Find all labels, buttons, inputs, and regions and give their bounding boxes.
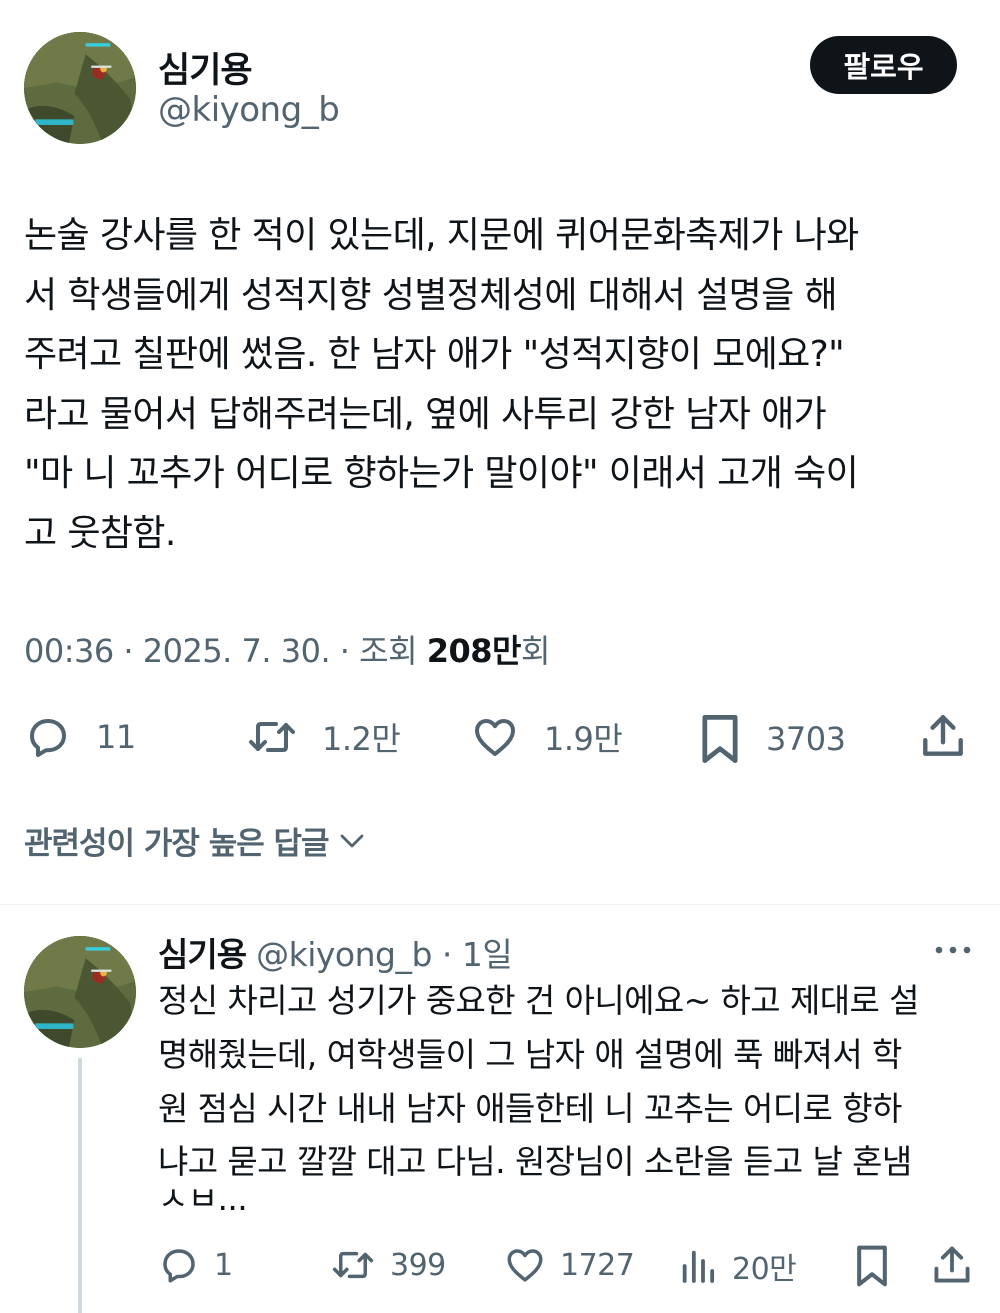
like-count: 1.9만 xyxy=(544,720,623,758)
post-timestamp[interactable]: 00:36 · 2025. 7. 30. · 조회 xyxy=(24,632,427,670)
bookmark-icon xyxy=(702,714,738,764)
share-icon[interactable] xyxy=(930,1243,974,1287)
reply-action[interactable]: 11 xyxy=(24,713,136,761)
author-handle[interactable]: @kiyong_b xyxy=(158,90,340,130)
reply-separator: · xyxy=(431,935,462,974)
thread-line xyxy=(78,1058,82,1313)
replies-sort-dropdown[interactable]: 관련성이 가장 높은 답글 xyxy=(24,818,367,863)
reply-like-count: 1727 xyxy=(560,1247,635,1283)
reply-reply-count: 1 xyxy=(214,1247,233,1283)
retweet-icon xyxy=(249,722,295,752)
avatar-image xyxy=(24,32,136,144)
reply-retweet-action[interactable]: 399 xyxy=(330,1244,446,1286)
reply-timestamp[interactable]: 1일 xyxy=(462,935,513,974)
reply-author-avatar[interactable] xyxy=(24,936,136,1048)
reply-author-name[interactable]: 심기용 xyxy=(158,935,247,974)
share-icon xyxy=(923,715,963,756)
divider xyxy=(0,904,1000,905)
retweet-icon xyxy=(332,1251,374,1279)
view-count-suffix: 회 xyxy=(520,632,550,670)
reply-text-truncated: ㅅㅂ... xyxy=(158,1177,978,1213)
replies-sort-label: 관련성이 가장 높은 답글 xyxy=(24,826,330,862)
bookmark-icon[interactable] xyxy=(852,1244,892,1288)
reply-truncated-line: ㅅㅂ... xyxy=(158,1179,248,1213)
reply-author-handle[interactable]: @kiyong_b xyxy=(256,935,432,974)
reply-header: 심기용 @kiyong_b · 1일 xyxy=(158,928,513,976)
bookmark-count: 3703 xyxy=(766,720,846,758)
reply-like-action[interactable]: 1727 xyxy=(504,1244,635,1286)
post-meta: 00:36 · 2025. 7. 30. · 조회 208만회 xyxy=(24,626,550,672)
reply-view-count: 20만 xyxy=(732,1252,797,1287)
heart-icon xyxy=(475,719,515,756)
reply-views-action[interactable]: 20만 xyxy=(678,1244,797,1288)
post-text: 논술 강사를 한 적이 있는데, 지문에 퀴어문화축제가 나와 서 학생들에게 … xyxy=(24,215,859,554)
bookmark-action[interactable]: 3703 xyxy=(698,713,846,765)
reply-icon xyxy=(30,719,66,757)
chevron-down-icon xyxy=(340,834,363,847)
reply-icon xyxy=(163,1249,195,1283)
follow-button[interactable]: 팔로우 xyxy=(810,36,957,94)
retweet-count: 1.2만 xyxy=(322,720,401,758)
retweet-action[interactable]: 1.2만 xyxy=(246,713,401,761)
more-icon[interactable] xyxy=(930,938,976,962)
reply-count: 11 xyxy=(96,718,136,756)
reply-reply-action[interactable]: 1 xyxy=(158,1244,233,1286)
author-avatar[interactable] xyxy=(24,32,136,144)
reply-text: 정신 차리고 성기가 중요한 건 아니에요~ 하고 제대로 설 명해줬는데, 여… xyxy=(158,981,919,1182)
author-name[interactable]: 심기용 xyxy=(158,42,253,93)
avatar-image xyxy=(24,936,136,1048)
reply-retweet-count: 399 xyxy=(390,1247,446,1283)
heart-icon xyxy=(507,1249,543,1282)
analytics-icon xyxy=(682,1250,715,1283)
share-action[interactable] xyxy=(918,711,968,761)
view-count: 208만 xyxy=(426,632,522,670)
like-action[interactable]: 1.9만 xyxy=(470,713,623,761)
